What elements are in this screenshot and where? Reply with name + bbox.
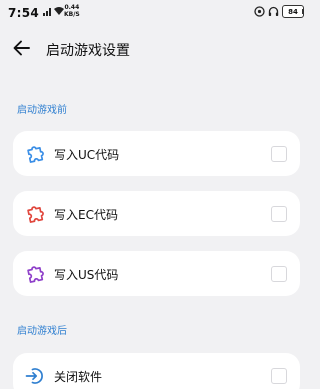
page-title: 启动游戏设置: [46, 43, 130, 59]
status-time: 7:54: [8, 6, 40, 20]
option-checkbox[interactable]: [271, 368, 287, 384]
option-write-us[interactable]: 写入US代码: [13, 251, 300, 296]
signal-icon: [43, 8, 51, 16]
option-checkbox[interactable]: [271, 206, 287, 222]
option-label: 写入US代码: [54, 268, 119, 282]
status-bar: 7:54 0.44 KB/S 84: [0, 0, 312, 26]
option-write-uc[interactable]: 写入UC代码: [13, 131, 300, 176]
network-speed-unit: KB/S: [64, 11, 80, 18]
header: 启动游戏设置: [0, 30, 312, 68]
status-right-icons: 84: [254, 5, 304, 18]
puzzle-icon: [27, 206, 44, 223]
option-label: 关闭软件: [54, 370, 103, 384]
battery-level: 84: [282, 5, 304, 18]
settings-screen: 7:54 0.44 KB/S 84 启动游戏设置 启动游戏前 写入UC代码 写入…: [0, 0, 312, 389]
option-checkbox[interactable]: [271, 266, 287, 282]
headphones-icon: [268, 6, 279, 16]
puzzle-icon: [27, 266, 44, 283]
alarm-icon: [254, 6, 265, 17]
exit-icon: [25, 368, 43, 384]
option-checkbox[interactable]: [271, 146, 287, 162]
network-speed: 0.44 KB/S: [64, 4, 80, 18]
back-arrow-icon[interactable]: [12, 38, 32, 58]
battery-tip: [302, 9, 304, 14]
puzzle-icon: [27, 146, 44, 163]
section-label-before: 启动游戏前: [17, 105, 67, 116]
option-close-app[interactable]: 关闭软件: [13, 353, 300, 389]
battery-indicator: 84: [282, 5, 304, 18]
option-label: 写入EC代码: [54, 208, 118, 222]
section-label-after: 启动游戏后: [17, 326, 67, 337]
network-speed-value: 0.44: [64, 4, 80, 11]
option-label: 写入UC代码: [54, 148, 120, 162]
wifi-icon: [54, 7, 64, 15]
option-write-ec[interactable]: 写入EC代码: [13, 191, 300, 236]
